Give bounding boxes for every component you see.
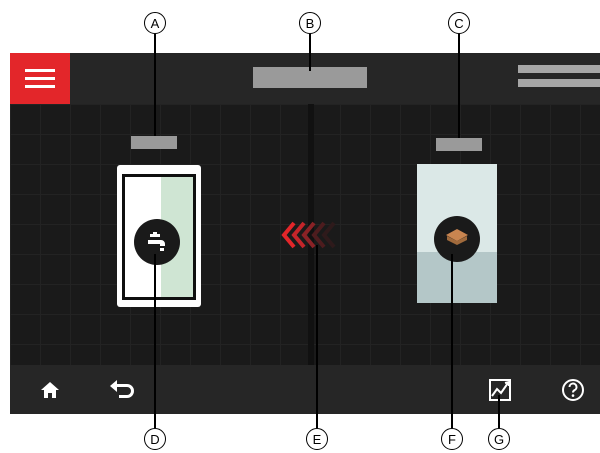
left-panel-label xyxy=(131,136,177,149)
callout-f: F xyxy=(441,428,463,450)
water-tap-icon[interactable] xyxy=(134,219,180,265)
leader-g xyxy=(498,395,500,428)
callout-e: E xyxy=(306,428,328,450)
right-panel-label xyxy=(436,138,482,151)
device-screen xyxy=(10,53,600,414)
status-lines xyxy=(518,65,600,93)
hamburger-menu-icon[interactable] xyxy=(10,53,70,104)
leader-d xyxy=(154,254,156,428)
home-icon[interactable] xyxy=(30,365,70,414)
callout-g: G xyxy=(488,428,510,450)
bottom-bar xyxy=(10,365,600,414)
callout-b: B xyxy=(299,12,321,34)
callout-a: A xyxy=(144,12,166,34)
callout-d: D xyxy=(144,428,166,450)
leader-b xyxy=(309,34,311,71)
flow-direction-arrows-icon xyxy=(280,221,340,249)
help-icon[interactable] xyxy=(553,365,593,414)
leader-a xyxy=(154,34,156,136)
leader-c xyxy=(458,34,460,138)
leader-e xyxy=(316,245,318,428)
callout-c: C xyxy=(448,12,470,34)
leader-f xyxy=(451,254,453,428)
chart-icon[interactable] xyxy=(481,365,521,414)
main-content xyxy=(10,104,600,365)
top-bar xyxy=(10,53,600,104)
layers-icon[interactable] xyxy=(434,216,480,262)
back-arrow-icon[interactable] xyxy=(102,365,142,414)
